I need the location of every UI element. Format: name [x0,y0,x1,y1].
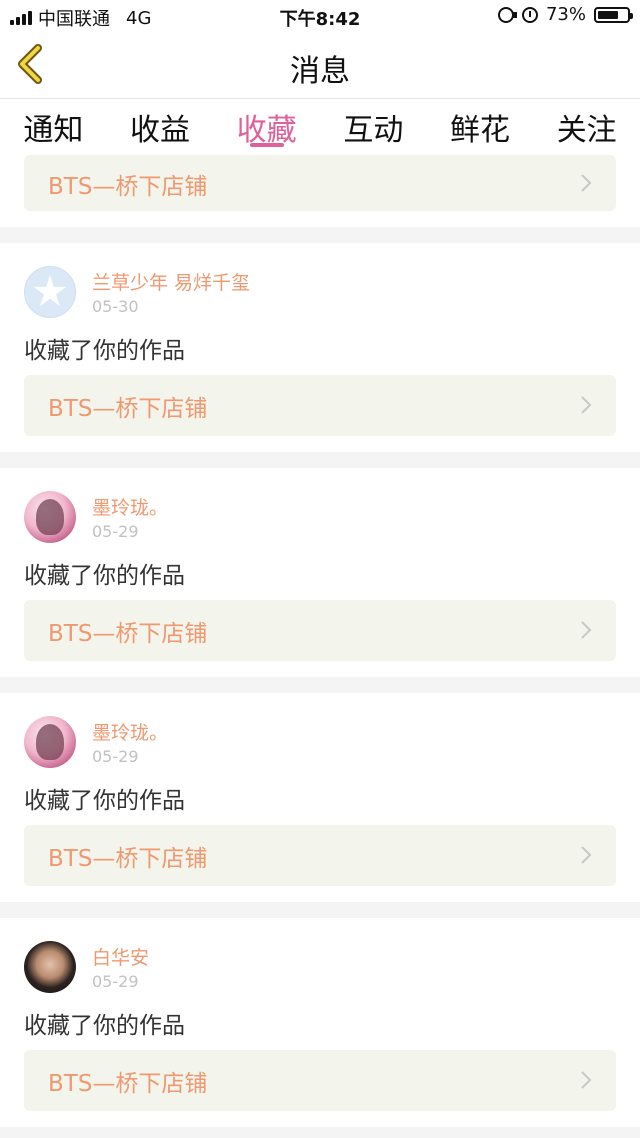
message-text: 收藏了你的作品 [24,788,185,814]
tab-flowers[interactable]: 鲜花 [427,99,534,151]
message-text: 收藏了你的作品 [24,338,185,364]
message-date: 05-29 [92,972,139,991]
list-item: 墨玲珑。 05-29 收藏了你的作品 BTS—桥下店铺 [0,693,640,902]
work-title: BTS—桥下店铺 [48,1071,208,1097]
message-date: 05-29 [92,522,139,541]
work-link[interactable]: BTS—桥下店铺 [24,155,616,211]
message-feed: BTS—桥下店铺 兰草少年 易烊千玺 05-30 收藏了你的作品 BTS—桥下店… [0,151,640,1127]
work-title: BTS—桥下店铺 [48,621,208,647]
nav-bar: 消息 [0,32,640,99]
rotation-lock-icon [497,6,517,23]
user-name[interactable]: 墨玲珑。 [92,493,168,520]
work-link[interactable]: BTS—桥下店铺 [24,825,616,886]
user-name[interactable]: 兰草少年 易烊千玺 [92,268,250,295]
page-title: 消息 [290,54,350,89]
work-title: BTS—桥下店铺 [48,174,208,200]
battery-fill [598,10,619,19]
work-link[interactable]: BTS—桥下店铺 [24,600,616,661]
message-text: 收藏了你的作品 [24,563,185,589]
status-right: 73% [497,4,633,25]
work-link[interactable]: BTS—桥下店铺 [24,375,616,436]
avatar[interactable] [24,266,76,318]
list-item: 白华安 05-29 收藏了你的作品 BTS—桥下店铺 [0,918,640,1127]
list-item: 兰草少年 易烊千玺 05-30 收藏了你的作品 BTS—桥下店铺 [0,243,640,452]
chevron-right-icon [581,174,592,192]
user-name[interactable]: 白华安 [92,943,149,970]
avatar[interactable] [24,941,76,993]
chevron-right-icon [581,846,592,864]
chevron-right-icon [581,1071,592,1089]
tab-earnings[interactable]: 收益 [107,99,214,151]
avatar[interactable] [24,716,76,768]
chevron-right-icon [581,396,592,414]
tab-notifications[interactable]: 通知 [0,99,107,151]
default-avatar-icon [33,275,67,306]
battery-icon [594,6,633,23]
tab-following[interactable]: 关注 [533,99,640,151]
message-date: 05-30 [92,297,139,316]
list-item: 墨玲珑。 05-29 收藏了你的作品 BTS—桥下店铺 [0,468,640,677]
tab-bar: 通知 收益 收藏 互动 鲜花 关注 [0,99,640,151]
chevron-right-icon [581,621,592,639]
message-date: 05-29 [92,747,139,766]
work-title: BTS—桥下店铺 [48,846,208,872]
work-title: BTS—桥下店铺 [48,396,208,422]
alarm-icon [521,6,538,23]
message-text: 收藏了你的作品 [24,1013,185,1039]
avatar[interactable] [24,491,76,543]
list-item: BTS—桥下店铺 [0,151,640,227]
battery-percent: 73% [545,4,586,25]
user-name[interactable]: 墨玲珑。 [92,718,168,745]
work-link[interactable]: BTS—桥下店铺 [24,1050,616,1111]
tab-interactions[interactable]: 互动 [320,99,427,151]
status-bar: 中国联通 4G 下午8:42 73% [0,0,640,32]
tab-favorites[interactable]: 收藏 [213,99,320,151]
